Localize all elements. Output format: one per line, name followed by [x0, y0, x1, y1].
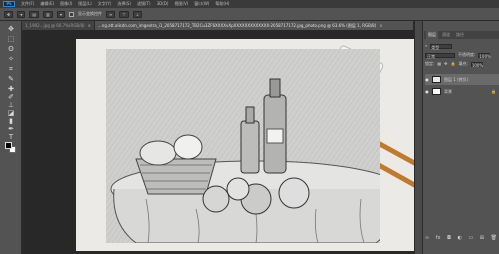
auto-select-dropdown[interactable]: ▾ [56, 10, 65, 18]
tab-document-1[interactable]: 1_1902...jpg @ 66.7%(RGB/8) × [22, 21, 95, 30]
filter-kind-dropdown[interactable]: 类型 [430, 43, 453, 50]
magic-wand-icon[interactable]: ✧ [7, 55, 15, 63]
lock-icon: 🔒 [491, 89, 496, 94]
layers-panel: 图层 通道 路径 ⌕ 类型 正常 不透明度: 100% 锁定: ▦ ✥ 🔒 填充… [414, 21, 499, 254]
align-top-icon[interactable]: ⊤ [119, 10, 129, 18]
lasso-icon[interactable]: ʘ [7, 45, 15, 53]
layers-footer: ∞ fx ◘ ◐ ▭ ⊞ 🗑 [425, 234, 497, 242]
gradient-icon[interactable]: ▮ [7, 117, 15, 125]
link-icon[interactable]: ∞ [425, 234, 429, 242]
align-center-icon[interactable]: ▥ [43, 10, 53, 18]
opacity-field[interactable]: 100% [478, 52, 491, 59]
brush-icon[interactable]: ✐ [7, 93, 15, 101]
menu-image[interactable]: 图像(I) [59, 0, 73, 8]
fill-label: 填充: [458, 61, 468, 66]
panel-icon-strip [415, 21, 423, 254]
eraser-icon[interactable]: ◪ [7, 109, 15, 117]
menu-edit[interactable]: 编辑(E) [39, 0, 55, 8]
lock-row: 锁定: ▦ ✥ 🔒 填充: 100% [425, 61, 483, 68]
tab-paths[interactable]: 路径 [454, 31, 466, 39]
blend-row: 正常 不透明度: 100% [425, 52, 491, 59]
document-tabs: 1_1902...jpg @ 66.7%(RGB/8) × ...ng.att.a… [22, 21, 414, 30]
folder-icon[interactable]: ▭ [469, 234, 474, 242]
tool-preset-chevron-icon[interactable]: ▾ [17, 10, 26, 18]
tab-label: 1_1902...jpg @ 66.7%(RGB/8) [25, 23, 85, 28]
layer-row[interactable]: ● 背景 🔒 [425, 86, 499, 97]
pen-icon[interactable]: ✒ [7, 125, 15, 133]
eye-icon[interactable]: ● [425, 77, 429, 82]
align-left-icon[interactable]: ▤ [29, 10, 40, 18]
move-icon[interactable]: ✥ [7, 25, 15, 33]
menu-window[interactable]: 窗口(W) [193, 0, 210, 8]
panel-tabs: 图层 通道 路径 [424, 31, 499, 39]
photoshop-window: Ps 文件(F) 编辑(E) 图像(I) 图层(L) 文字(Y) 选择(S) 滤… [0, 0, 499, 254]
menu-bar: Ps 文件(F) 编辑(E) 图像(I) 图层(L) 文字(Y) 选择(S) 滤… [0, 0, 499, 8]
menu-3d[interactable]: 3D(D) [156, 0, 170, 8]
stamp-icon[interactable]: ⊥ [7, 101, 15, 109]
canvas-image[interactable] [76, 39, 414, 251]
tab-channels[interactable]: 通道 [440, 31, 452, 39]
adjustment-icon[interactable]: ◐ [458, 234, 462, 242]
menu-file[interactable]: 文件(F) [20, 0, 35, 8]
show-transform-label: 显示变换控件 [77, 11, 102, 16]
layer-name: 背景 [444, 88, 452, 94]
mask-icon[interactable]: ◘ [447, 234, 451, 242]
move-tool-icon[interactable]: ✥ [4, 10, 14, 18]
marquee-icon[interactable]: ⬚ [7, 35, 15, 43]
menu-filter[interactable]: 滤镜(T) [136, 0, 152, 8]
menu-view[interactable]: 视图(V) [173, 0, 189, 8]
search-icon[interactable]: ⌕ [425, 43, 427, 49]
opacity-label: 不透明度: [458, 52, 476, 57]
text-icon[interactable]: T [7, 133, 15, 141]
close-icon[interactable]: × [379, 23, 382, 28]
new-layer-icon[interactable]: ⊞ [480, 234, 484, 242]
lock-all-icon[interactable]: 🔒 [451, 61, 456, 67]
menu-type[interactable]: 文字(Y) [97, 0, 113, 8]
healing-brush-icon[interactable]: ✚ [7, 85, 15, 93]
align-bottom-icon[interactable]: ⊥ [132, 10, 143, 18]
trash-icon[interactable]: 🗑 [491, 234, 497, 242]
lock-position-icon[interactable]: ✥ [444, 61, 447, 67]
options-bar: ✥ ▾ ▤ ▥ ▾ 显示变换控件 ≡ ⊤ ⊥ [0, 8, 499, 21]
menu-help[interactable]: 帮助(H) [214, 0, 230, 8]
show-transform-checkbox[interactable] [68, 11, 74, 17]
distribute-icon[interactable]: ≡ [105, 10, 116, 18]
pencil-sketch-drawing [106, 49, 402, 244]
lock-label: 锁定: [425, 61, 435, 66]
layer-name: 图层 1 (拷贝) [444, 76, 469, 82]
menu-select[interactable]: 选择(S) [116, 0, 132, 8]
eyedropper-icon[interactable]: ✎ [7, 75, 15, 83]
close-icon[interactable]: × [88, 23, 91, 28]
tab-layers[interactable]: 图层 [426, 31, 438, 39]
tab-document-2[interactable]: ...ng.att.alicdn.com_imgextra_i1_2058717… [94, 21, 414, 30]
crop-icon[interactable]: ⌗ [7, 65, 15, 73]
fx-icon[interactable]: fx [436, 234, 441, 242]
tab-label: ...ng.att.alicdn.com_imgextra_i1_2058717… [97, 23, 377, 28]
lock-pixels-icon[interactable]: ▦ [437, 61, 441, 67]
layer-row[interactable]: ● 图层 1 (拷贝) [425, 74, 499, 85]
eye-icon[interactable]: ● [425, 89, 429, 94]
ps-logo: Ps [3, 1, 15, 7]
layer-thumbnail [432, 88, 441, 95]
layer-thumbnail [432, 76, 441, 83]
menu-layer[interactable]: 图层(L) [77, 0, 92, 8]
foreground-color-swatch[interactable] [5, 142, 12, 149]
layer-filter-row: ⌕ 类型 [425, 43, 453, 50]
fill-field[interactable]: 100% [470, 61, 483, 68]
blend-mode-dropdown[interactable]: 正常 [425, 52, 455, 59]
canvas-area[interactable] [22, 30, 414, 254]
tools-panel: ✥ ⬚ ʘ ✧ ⌗ ✎ ✚ ✐ ⊥ ◪ ▮ ✒ T [0, 21, 22, 254]
